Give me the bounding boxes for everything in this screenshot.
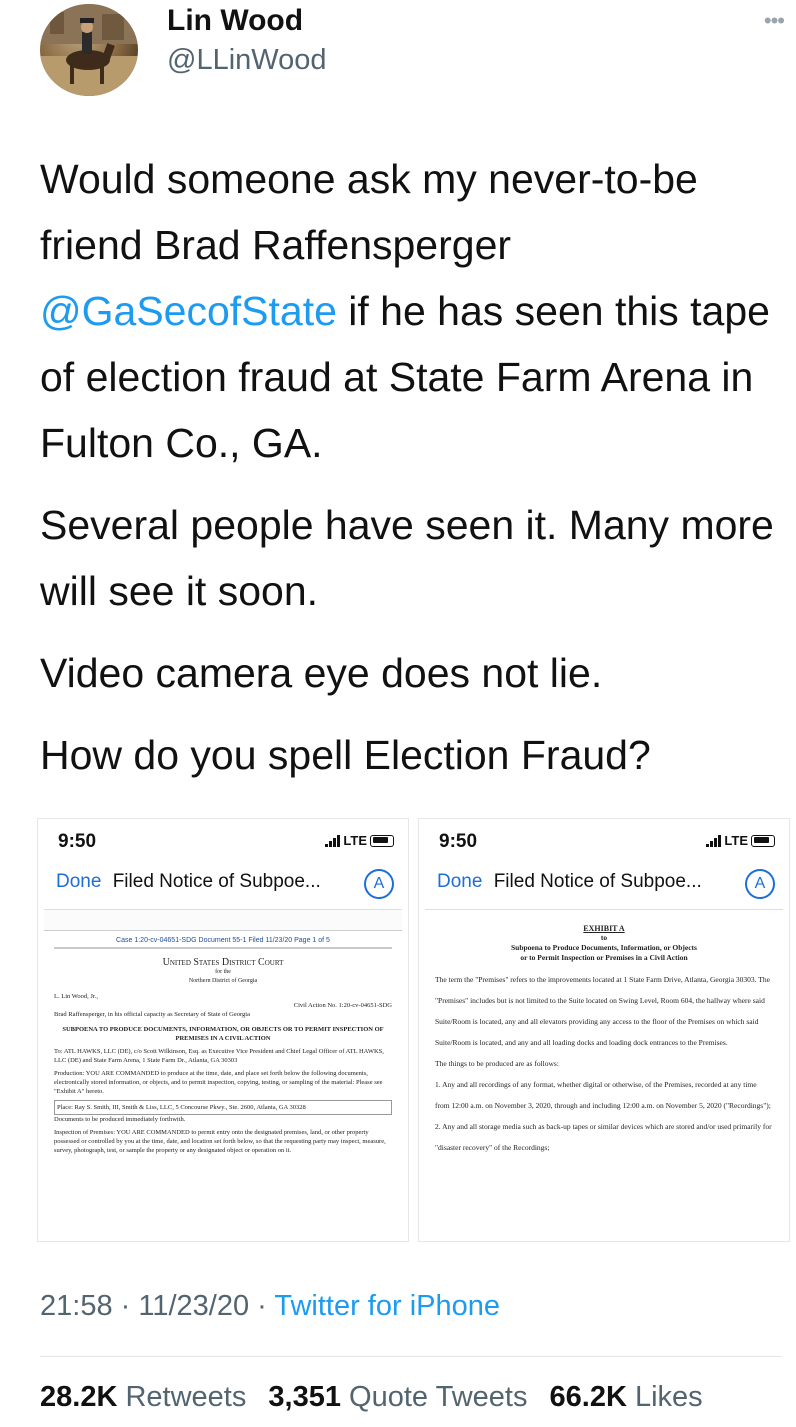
case-header: Case 1:20-cv-04651-SDG Document 55-1 Fil… bbox=[116, 937, 330, 944]
pdf-page: Case 1:20-cv-04651-SDG Document 55-1 Fil… bbox=[44, 930, 402, 1241]
premises-definition: The term the "Premises" refers to the im… bbox=[435, 975, 770, 1047]
tweet-paragraph-4: How do you spell Election Fraud? bbox=[40, 732, 651, 778]
document-title: Filed Notice of Subpoe... bbox=[112, 871, 321, 892]
ios-status-bar: 9:50 LTE bbox=[439, 831, 775, 853]
battery-icon bbox=[370, 834, 394, 847]
battery-icon bbox=[751, 834, 775, 847]
ios-status-bar: 9:50 LTE bbox=[58, 831, 394, 853]
tweet-paragraph-1: Would someone ask my never-to-be friend … bbox=[40, 146, 780, 476]
tweet-stats: 28.2K Retweets 3,351 Quote Tweets 66.2K … bbox=[40, 1381, 717, 1414]
network-label: LTE bbox=[724, 833, 748, 848]
separator: · bbox=[112, 1290, 139, 1322]
for-the-label: for the bbox=[215, 969, 231, 975]
district-label: Northern District of Georgia bbox=[188, 978, 258, 984]
media-image-left[interactable]: 9:50 LTE Done Filed Notice of Subpoe... … bbox=[37, 818, 409, 1242]
inspection-command: Inspection of Premises: YOU ARE COMMANDE… bbox=[54, 1129, 386, 1154]
retweets-stat[interactable]: 28.2K Retweets bbox=[40, 1381, 246, 1413]
tweet-paragraph-2: Several people have seen it. Many more w… bbox=[40, 502, 774, 614]
quote-tweets-stat[interactable]: 3,351 Quote Tweets bbox=[268, 1381, 527, 1413]
tweet-header: Lin Wood @LLinWood ••• bbox=[0, 0, 796, 110]
tweet-time[interactable]: 21:58 bbox=[40, 1290, 113, 1322]
ellipsis-icon[interactable]: ••• bbox=[764, 8, 785, 34]
pdf-nav-bar: Done Filed Notice of Subpoe... A bbox=[56, 869, 394, 901]
status-time: 9:50 bbox=[58, 831, 97, 852]
quote-tweets-count: 3,351 bbox=[268, 1381, 341, 1413]
horse-rider-avatar-icon[interactable] bbox=[40, 4, 138, 96]
defendant-name: Brad Raffensperger, in his official capa… bbox=[54, 1011, 250, 1018]
tweet-timestamp: 21:58 · 11/23/20 · Twitter for iPhone bbox=[40, 1290, 500, 1323]
retweets-label: Retweets bbox=[125, 1381, 247, 1413]
subpoena-recipient: To: ATL HAWKS, LLC (DE), c/o Scott Wilki… bbox=[54, 1048, 384, 1064]
tweet-text: Would someone ask my never-to-be friend … bbox=[40, 146, 780, 788]
exhibit-subtitle-2: or to Permit Inspection or Premises in a… bbox=[520, 953, 688, 962]
pdf-viewer[interactable]: EXHIBIT A to Subpoena to Produce Documen… bbox=[425, 909, 783, 1241]
likes-label: Likes bbox=[634, 1381, 703, 1413]
status-time: 9:50 bbox=[439, 831, 478, 852]
likes-count: 66.2K bbox=[549, 1381, 627, 1413]
plaintiff-name: L. Lin Wood, Jr., bbox=[54, 993, 98, 1000]
place-box: Place: Ray S. Smith, III, Smith & Liss, … bbox=[54, 1100, 392, 1115]
separator: · bbox=[249, 1290, 275, 1322]
done-button[interactable]: Done bbox=[56, 871, 101, 892]
tweet-text-segment: Would someone ask my never-to-be friend … bbox=[40, 156, 698, 268]
display-name[interactable]: Lin Wood bbox=[167, 4, 303, 38]
avatar-image bbox=[40, 4, 138, 96]
tweet-media[interactable]: 9:50 LTE Done Filed Notice of Subpoe... … bbox=[37, 818, 790, 1242]
media-image-right[interactable]: 9:50 LTE Done Filed Notice of Subpoe... … bbox=[418, 818, 790, 1242]
signal-icon: LTE bbox=[706, 833, 775, 848]
things-to-produce: The things to be produced are as follows… bbox=[435, 1059, 559, 1068]
acrobat-icon[interactable]: A bbox=[364, 869, 394, 899]
exhibit-to: to bbox=[600, 933, 608, 942]
likes-stat[interactable]: 66.2K Likes bbox=[550, 1381, 703, 1413]
divider bbox=[40, 1356, 782, 1357]
exhibit-subtitle-1: Subpoena to Produce Documents, Informati… bbox=[511, 943, 697, 952]
acrobat-icon[interactable]: A bbox=[745, 869, 775, 899]
network-label: LTE bbox=[343, 833, 367, 848]
tweet-source-link[interactable]: Twitter for iPhone bbox=[274, 1290, 500, 1322]
pdf-viewer[interactable]: Case 1:20-cv-04651-SDG Document 55-1 Fil… bbox=[44, 909, 402, 1241]
done-button[interactable]: Done bbox=[437, 871, 482, 892]
user-handle[interactable]: @LLinWood bbox=[167, 44, 327, 77]
pdf-nav-bar: Done Filed Notice of Subpoe... A bbox=[437, 869, 775, 901]
civil-action-number: Civil Action No. 1:20-cv-04651-SDG bbox=[293, 1002, 392, 1009]
tweet-date[interactable]: 11/23/20 bbox=[138, 1290, 249, 1322]
exhibit-item-2: 2. Any and all storage media such as bac… bbox=[435, 1122, 772, 1152]
exhibit-title: EXHIBIT A bbox=[583, 924, 625, 933]
subpoena-title: SUBPOENA TO PRODUCE DOCUMENTS, INFORMATI… bbox=[62, 1026, 384, 1042]
pdf-page: EXHIBIT A to Subpoena to Produce Documen… bbox=[425, 910, 783, 1241]
document-title: Filed Notice of Subpoe... bbox=[493, 871, 702, 892]
court-title: United States District Court bbox=[162, 957, 284, 968]
signal-icon: LTE bbox=[325, 833, 394, 848]
tweet-paragraph-3: Video camera eye does not lie. bbox=[40, 650, 603, 696]
documents-note: Documents to be produced immediately for… bbox=[54, 1116, 186, 1123]
quote-tweets-label: Quote Tweets bbox=[349, 1381, 528, 1413]
exhibit-item-1: 1. Any and all recordings of any format,… bbox=[435, 1080, 771, 1110]
mention-link[interactable]: @GaSecofState bbox=[40, 288, 337, 334]
production-command: Production: YOU ARE COMMANDED to produce… bbox=[54, 1070, 383, 1095]
retweets-count: 28.2K bbox=[40, 1381, 118, 1413]
